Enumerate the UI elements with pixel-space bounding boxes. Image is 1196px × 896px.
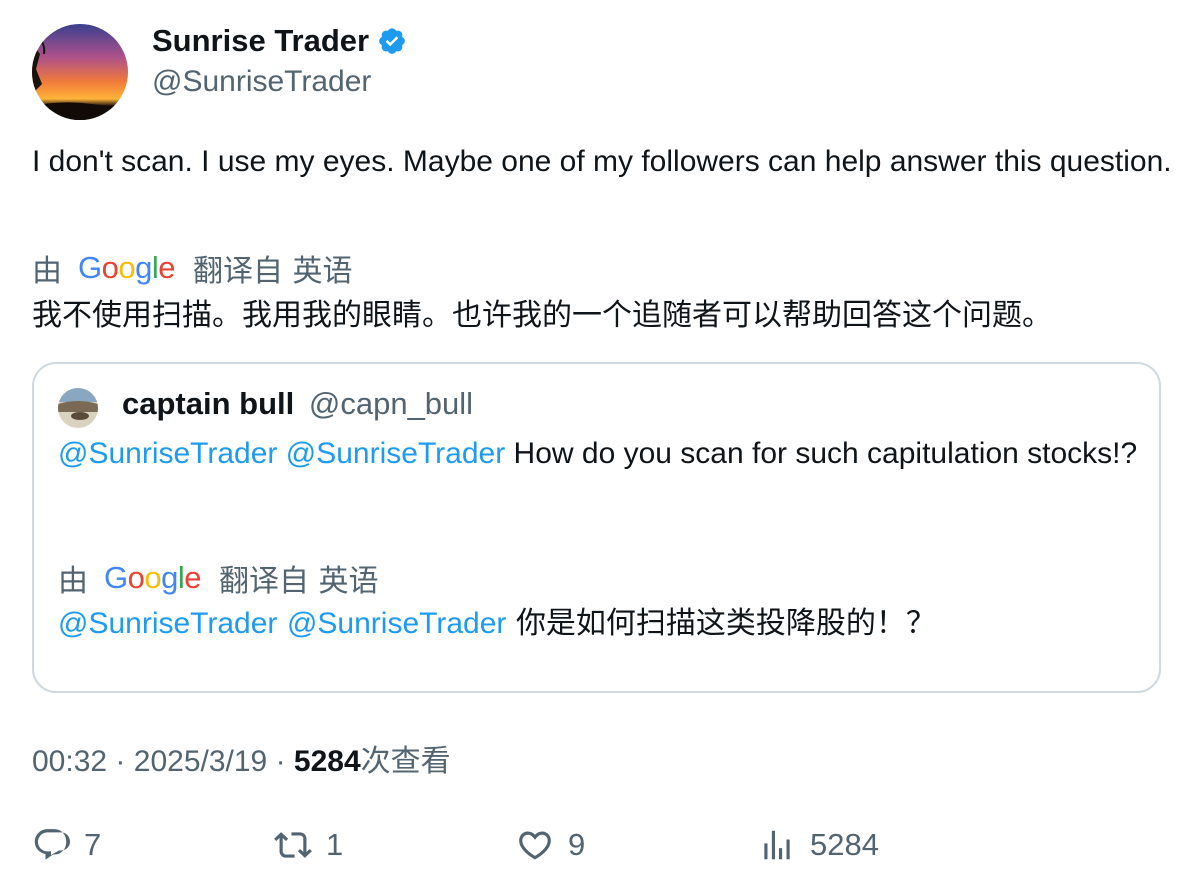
translation-attribution: 由 Google 翻译自 英语 bbox=[32, 246, 353, 290]
translation-from-label: 翻译自 英语 bbox=[193, 254, 353, 289]
author-name[interactable]: Sunrise Trader bbox=[152, 22, 369, 60]
like-button[interactable]: 9 bbox=[516, 826, 585, 864]
quoted-author-avatar bbox=[58, 388, 98, 428]
mention-link[interactable]: @SunriseTrader bbox=[58, 607, 277, 640]
tweet-time[interactable]: 00:32 bbox=[32, 745, 107, 778]
view-count: 5284 bbox=[293, 745, 361, 778]
heart-icon bbox=[519, 831, 551, 860]
reply-icon bbox=[34, 829, 70, 860]
translation-by-label: 由 bbox=[58, 564, 88, 599]
views-button[interactable]: 5284 bbox=[758, 826, 879, 864]
quoted-tweet-card[interactable]: captain bull @capn_bull @SunriseTrader @… bbox=[32, 362, 1161, 693]
quoted-translation-attribution: 由 Google 翻译自 英语 bbox=[58, 556, 379, 600]
mention-link[interactable]: @SunriseTrader bbox=[287, 607, 506, 640]
reply-count: 7 bbox=[84, 827, 102, 862]
like-count: 9 bbox=[568, 827, 586, 862]
meta-separator: · bbox=[275, 745, 286, 778]
author-avatar[interactable] bbox=[32, 24, 128, 120]
translation-by-label: 由 bbox=[32, 254, 62, 289]
mention-link[interactable]: @SunriseTrader bbox=[58, 437, 277, 470]
analytics-bar-icon bbox=[764, 830, 790, 860]
google-logo-icon: Google bbox=[104, 560, 202, 595]
views-action-count: 5284 bbox=[810, 827, 879, 862]
reply-button[interactable]: 7 bbox=[32, 826, 101, 864]
retweet-icon bbox=[274, 832, 312, 858]
quoted-text-body: How do you scan for such capitulation st… bbox=[513, 437, 1138, 470]
views-label: 次查看 bbox=[360, 744, 451, 779]
google-logo-icon: Google bbox=[78, 250, 176, 285]
tweet-text: I don't scan. I use my eyes. Maybe one o… bbox=[32, 145, 1172, 178]
tweet-translated-text: 我不使用扫描。我用我的眼睛。也许我的一个追随者可以帮助回答这个问题。 bbox=[32, 298, 1052, 333]
quoted-tweet-text: @SunriseTrader @SunriseTrader How do you… bbox=[58, 434, 1138, 474]
verified-badge-icon bbox=[377, 26, 407, 56]
retweet-count: 1 bbox=[326, 827, 344, 862]
tweet-date[interactable]: 2025/3/19 bbox=[134, 745, 267, 778]
retweet-button[interactable]: 1 bbox=[274, 826, 343, 864]
quoted-translated-text: @SunriseTrader @SunriseTrader 你是如何扫描这类投降… bbox=[58, 604, 1138, 644]
tweet-meta: 00:32 · 2025/3/19 · 5284次查看 bbox=[32, 742, 451, 782]
quoted-author-handle[interactable]: @capn_bull bbox=[309, 386, 473, 421]
author-handle[interactable]: @SunriseTrader bbox=[152, 64, 371, 100]
translation-from-label: 翻译自 英语 bbox=[219, 564, 379, 599]
quoted-translated-body: 你是如何扫描这类投降股的！？ bbox=[515, 606, 936, 641]
meta-separator: · bbox=[115, 745, 126, 778]
quoted-author-name[interactable]: captain bull bbox=[122, 386, 294, 421]
mention-link[interactable]: @SunriseTrader bbox=[286, 437, 505, 470]
